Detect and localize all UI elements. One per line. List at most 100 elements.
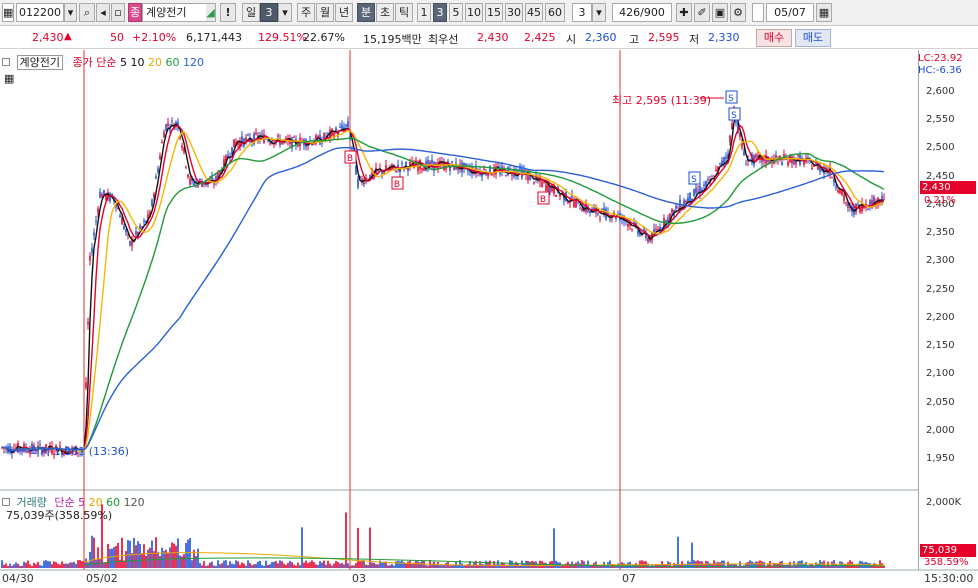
date-field[interactable]: 05/07	[766, 3, 814, 22]
candle-body	[377, 169, 379, 171]
volume-bar	[705, 560, 707, 568]
interval-30[interactable]: 30	[505, 3, 523, 22]
search-icon[interactable]: ⌕	[79, 3, 95, 22]
candle-body	[755, 154, 757, 158]
volume-bar	[509, 560, 511, 568]
volume-bar	[123, 560, 125, 568]
volume-bar	[637, 564, 639, 568]
stock-name-field[interactable]: 계양전기	[142, 3, 216, 22]
volume-bar	[345, 512, 347, 568]
crosshair-icon[interactable]: ✚	[676, 3, 692, 22]
interval-input[interactable]: 3	[572, 3, 592, 22]
candle-body	[297, 145, 299, 147]
price-axis	[918, 50, 978, 570]
interval-dropdown-icon[interactable]: ▾	[592, 3, 606, 22]
legend-ma10: 10	[130, 56, 145, 69]
volume-bars	[1, 504, 885, 568]
candle-body	[387, 169, 389, 171]
candle-body	[223, 159, 225, 171]
bid-price: 2,425	[524, 31, 556, 44]
lock-icon[interactable]: ▫	[111, 3, 125, 22]
period-second[interactable]: 초	[376, 3, 394, 22]
interval-60[interactable]: 60	[545, 3, 565, 22]
sell-button[interactable]: 매도	[795, 29, 831, 47]
period-day-value[interactable]: 3	[260, 3, 278, 22]
period-dropdown-icon[interactable]: ▾	[278, 3, 292, 22]
interval-15[interactable]: 15	[485, 3, 503, 22]
date-checkbox[interactable]	[752, 3, 764, 22]
candle-body	[255, 132, 257, 135]
period-month[interactable]: 월	[316, 3, 334, 22]
volume-bar	[431, 563, 433, 568]
candle-body	[283, 139, 285, 141]
volume-bar	[809, 564, 811, 568]
volume-bar	[227, 565, 229, 568]
volume-bar	[59, 564, 61, 568]
volume-bar	[435, 563, 437, 568]
candle-body	[245, 137, 247, 141]
interval-10[interactable]: 10	[465, 3, 483, 22]
interval-3[interactable]: 3	[433, 3, 447, 22]
volume-bar	[683, 563, 685, 568]
candle-body	[365, 177, 367, 182]
volume-bar	[185, 542, 187, 568]
volume-bar	[191, 560, 193, 568]
moving-average-lines	[1, 116, 885, 455]
volume-bar	[211, 561, 213, 568]
volume-bar	[469, 560, 471, 568]
period-minute[interactable]: 분	[357, 3, 375, 22]
volume-bar	[383, 561, 385, 568]
candle-body	[293, 136, 295, 138]
period-year[interactable]: 년	[335, 3, 353, 22]
period-tick[interactable]: 틱	[395, 3, 413, 22]
interval-5[interactable]: 5	[449, 3, 463, 22]
stock-checkbox[interactable]	[2, 58, 10, 66]
period-day[interactable]: 일	[242, 3, 260, 22]
candle-body	[553, 186, 555, 195]
volume-bar	[109, 548, 111, 568]
draw-tool-icon[interactable]: ✐	[694, 3, 710, 22]
speaker-icon[interactable]: ◂	[96, 3, 110, 22]
candle-body	[757, 155, 759, 157]
volume-bar	[537, 563, 539, 568]
volume-bar	[283, 563, 285, 568]
candle-body	[171, 120, 173, 122]
volume-bar	[271, 561, 273, 568]
calendar-icon[interactable]: ▦	[816, 3, 832, 22]
candle-body	[621, 218, 623, 220]
grid-icon[interactable]: ▦	[2, 3, 14, 22]
count-field[interactable]: 426/900	[612, 3, 672, 22]
volume-checkbox[interactable]	[2, 498, 10, 506]
volume-bar	[357, 527, 359, 568]
volume-bar	[743, 565, 745, 568]
volume-bar	[89, 551, 91, 568]
dropdown-arrow-icon[interactable]: ▾	[64, 3, 77, 22]
save-icon[interactable]: ▣	[712, 3, 728, 22]
volume-bar	[329, 563, 331, 568]
volume-bar	[57, 563, 59, 568]
alert-button[interactable]: !	[220, 3, 236, 22]
chart-canvas[interactable]: BBBSSS	[0, 0, 978, 588]
volume-bar	[627, 562, 629, 568]
candle-body	[717, 166, 719, 174]
candle-body	[701, 189, 703, 192]
volume-bar	[661, 561, 663, 568]
interval-45[interactable]: 45	[525, 3, 543, 22]
volume-bar	[565, 563, 567, 568]
lc-label: LC:23.92	[918, 53, 963, 64]
interval-1[interactable]: 1	[417, 3, 431, 22]
volume-bar	[587, 560, 589, 568]
volume-bar	[367, 565, 369, 568]
candle-body	[467, 168, 469, 172]
candle-body	[121, 217, 123, 225]
candle-body	[489, 165, 491, 174]
chart-options-icon[interactable]: ▦	[4, 72, 14, 85]
stock-code-input[interactable]: 012200	[16, 3, 64, 22]
period-week[interactable]: 주	[297, 3, 315, 22]
gear-icon[interactable]: ⚙	[730, 3, 746, 22]
volume-bar	[561, 564, 563, 568]
candle-body	[685, 200, 687, 203]
buy-button[interactable]: 매수	[756, 29, 792, 47]
candle-body	[635, 222, 637, 227]
up-arrow-icon: ▲	[64, 31, 72, 42]
